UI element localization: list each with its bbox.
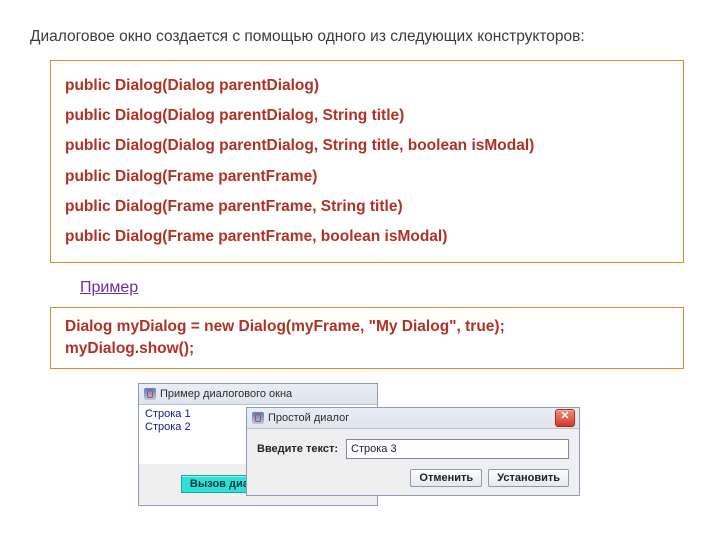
example-code-box: Dialog myDialog = new Dialog(myFrame, "M… <box>50 307 684 368</box>
java-icon <box>252 412 264 424</box>
parent-window-title: Пример диалогового окна <box>160 388 292 400</box>
constructor-line: public Dialog(Frame parentFrame) <box>65 162 669 192</box>
modal-body: Введите текст: Отменить Установить <box>247 429 579 495</box>
text-input[interactable] <box>346 439 569 459</box>
example-line: Dialog myDialog = new Dialog(myFrame, "M… <box>65 316 669 338</box>
constructor-line: public Dialog(Frame parentFrame, boolean… <box>65 222 669 252</box>
screenshot-windows: Пример диалогового окна Строка 1 Строка … <box>138 383 608 538</box>
modal-title: Простой диалог <box>268 412 555 424</box>
intro-text: Диалоговое окно создается с помощью одно… <box>30 28 690 46</box>
constructor-line: public Dialog(Dialog parentDialog, Strin… <box>65 101 669 131</box>
cancel-button[interactable]: Отменить <box>410 469 482 487</box>
example-heading: Пример <box>80 279 690 297</box>
close-icon[interactable]: ✕ <box>555 409 575 427</box>
set-button[interactable]: Установить <box>488 469 569 487</box>
constructor-line: public Dialog(Frame parentFrame, String … <box>65 192 669 222</box>
constructor-line: public Dialog(Dialog parentDialog, Strin… <box>65 131 669 161</box>
constructors-box: public Dialog(Dialog parentDialog) publi… <box>50 60 684 263</box>
modal-titlebar: Простой диалог ✕ <box>247 408 579 429</box>
input-label: Введите текст: <box>257 443 338 455</box>
modal-dialog: Простой диалог ✕ Введите текст: Отменить… <box>246 407 580 496</box>
example-line: myDialog.show(); <box>65 338 669 360</box>
constructor-line: public Dialog(Dialog parentDialog) <box>65 71 669 101</box>
java-icon <box>144 388 156 400</box>
parent-titlebar: Пример диалогового окна <box>139 384 377 405</box>
